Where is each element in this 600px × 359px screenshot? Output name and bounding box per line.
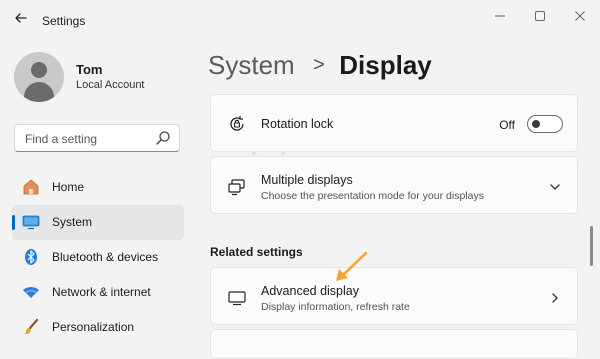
minimize-button[interactable] xyxy=(483,6,517,28)
breadcrumb-separator: > xyxy=(313,54,325,76)
advanced-display-card[interactable]: Advanced display Display information, re… xyxy=(210,267,578,325)
sidebar-item-label: Personalization xyxy=(52,320,135,334)
app-title: Settings xyxy=(42,14,86,28)
rotation-lock-toggle-group: Off xyxy=(453,115,563,135)
rotation-lock-toggle[interactable] xyxy=(527,115,563,133)
maximize-button[interactable] xyxy=(523,6,557,28)
sidebar-item-system[interactable]: System xyxy=(12,205,184,240)
search-input[interactable] xyxy=(23,130,152,148)
breadcrumb-parent[interactable]: System xyxy=(208,50,295,80)
close-button[interactable] xyxy=(563,6,597,28)
user-profile[interactable]: Tom Local Account xyxy=(14,52,194,108)
toggle-knob xyxy=(532,120,540,128)
multiple-displays-card[interactable]: Multiple displays Choose the presentatio… xyxy=(210,156,578,214)
sidebar-item-label: System xyxy=(52,215,93,229)
breadcrumb: System > Display xyxy=(208,50,432,86)
search-icon[interactable] xyxy=(155,130,171,146)
monitor-icon xyxy=(227,288,247,308)
multiple-displays-title: Multiple displays xyxy=(261,173,353,187)
scrollbar-thumb[interactable] xyxy=(590,226,593,266)
multiple-displays-subtitle: Choose the presentation mode for your di… xyxy=(261,190,484,202)
profile-name: Tom xyxy=(76,62,103,77)
title-bar: Settings xyxy=(0,0,600,42)
sidebar-item-home[interactable]: Home xyxy=(12,170,184,205)
annotation-arrow-icon xyxy=(336,251,368,281)
rotation-lock-card: Rotation lock Off xyxy=(210,94,578,152)
sidebar-nav: Home System Bluetooth & devices Network … xyxy=(12,170,184,345)
bluetooth-icon xyxy=(22,248,40,266)
system-display-icon xyxy=(22,213,40,231)
wifi-icon xyxy=(22,283,40,301)
sidebar-item-label: Bluetooth & devices xyxy=(52,250,159,264)
chevron-right-icon[interactable] xyxy=(549,291,561,303)
multiple-displays-icon xyxy=(227,177,247,197)
sidebar-item-bluetooth-devices[interactable]: Bluetooth & devices xyxy=(12,240,184,275)
sidebar-item-label: Network & internet xyxy=(52,285,151,299)
profile-account-type: Local Account xyxy=(76,79,145,91)
home-icon xyxy=(22,178,40,196)
rotation-lock-title: Rotation lock xyxy=(261,117,334,131)
next-card-partial[interactable] xyxy=(210,329,578,359)
page-title: Display xyxy=(339,50,432,80)
paintbrush-icon xyxy=(22,318,40,336)
active-indicator xyxy=(12,215,15,230)
rotation-lock-icon xyxy=(227,114,247,134)
back-arrow-icon[interactable] xyxy=(10,10,32,32)
sidebar-item-personalization[interactable]: Personalization xyxy=(12,310,184,345)
advanced-display-title: Advanced display xyxy=(261,284,359,298)
sidebar-item-network-internet[interactable]: Network & internet xyxy=(12,275,184,310)
sidebar-item-label: Home xyxy=(52,180,85,194)
related-settings-heading: Related settings xyxy=(210,245,303,259)
search-box[interactable] xyxy=(14,124,180,152)
chevron-down-icon[interactable] xyxy=(549,180,561,192)
avatar xyxy=(14,52,64,102)
advanced-display-subtitle: Display information, refresh rate xyxy=(261,301,410,313)
toggle-state-label: Off xyxy=(499,118,515,132)
